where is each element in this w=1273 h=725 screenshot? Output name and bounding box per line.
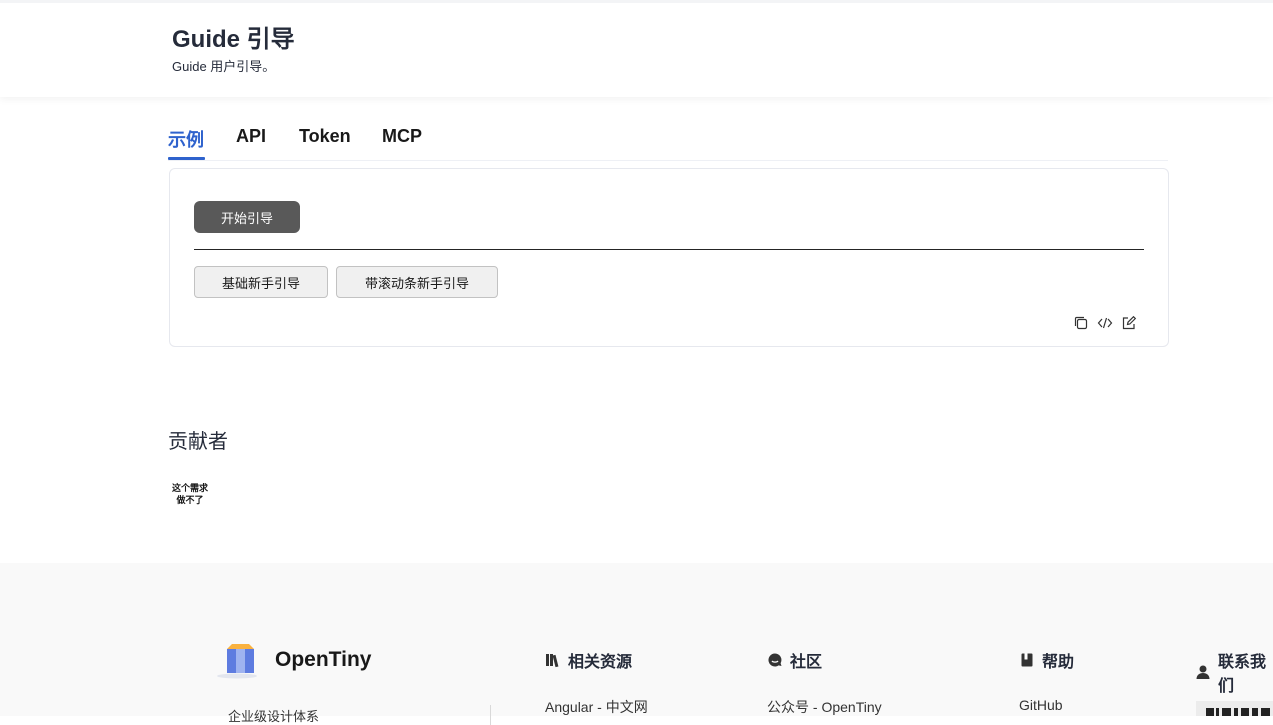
start-guide-button[interactable]: 开始引导 — [194, 201, 300, 233]
footer-divider — [490, 705, 491, 725]
divider — [194, 249, 1144, 250]
resources-link-angular[interactable]: Angular - 中文网 — [545, 697, 648, 717]
contributors-title: 贡献者 — [168, 431, 228, 453]
tab-api[interactable]: API — [236, 126, 266, 147]
resources-heading: 相关资源 — [545, 648, 632, 672]
community-heading: 社区 — [767, 648, 822, 672]
page-title: Guide 引导 — [172, 26, 295, 53]
copy-icon[interactable] — [1073, 315, 1089, 331]
qr-code-image — [1196, 701, 1273, 716]
community-link-wechat[interactable]: 公众号 - OpenTiny — [767, 697, 882, 717]
tab-mcp[interactable]: MCP — [382, 126, 422, 147]
tab-bar: 示例 API Token MCP — [168, 118, 1168, 161]
site-footer: OpenTiny 企业级设计体系 相关资源 Angular - 中文网 社区 公… — [0, 563, 1273, 725]
help-heading: 帮助 — [1019, 648, 1074, 672]
page-subtitle: Guide 用户引导。 — [172, 59, 276, 74]
tab-token[interactable]: Token — [299, 126, 351, 147]
footer-brand: OpenTiny — [275, 648, 372, 671]
page-header: Guide 引导 Guide 用户引导。 — [0, 0, 1273, 97]
chat-icon — [767, 652, 783, 668]
demo-card: 开始引导 基础新手引导 带滚动条新手引导 — [169, 168, 1169, 347]
books-icon — [545, 652, 561, 668]
book-icon — [1019, 652, 1035, 668]
contact-heading: 联系我们 — [1195, 648, 1273, 696]
user-icon — [1195, 664, 1211, 680]
basic-guide-button[interactable]: 基础新手引导 — [194, 266, 328, 298]
edit-icon[interactable] — [1121, 315, 1137, 331]
opentiny-logo-icon[interactable] — [215, 643, 261, 679]
active-tab-indicator — [168, 157, 205, 160]
tab-examples[interactable]: 示例 — [168, 126, 204, 152]
contributor-avatar[interactable]: 这个需求做不了 — [170, 482, 210, 516]
scroll-guide-button[interactable]: 带滚动条新手引导 — [336, 266, 498, 298]
code-icon[interactable] — [1097, 315, 1113, 331]
help-link-github[interactable]: GitHub — [1019, 697, 1063, 713]
